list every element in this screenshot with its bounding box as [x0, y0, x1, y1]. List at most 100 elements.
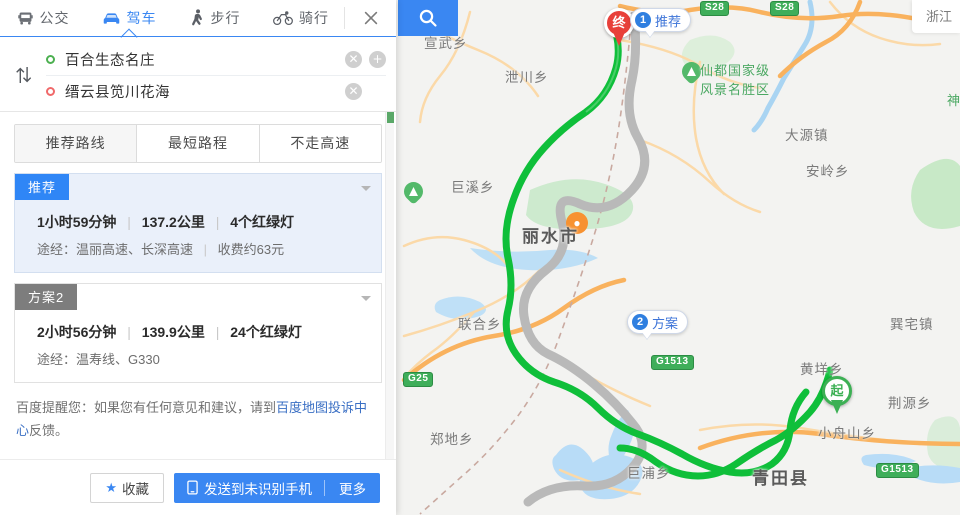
route-via: 途经：温寿线、G330	[37, 352, 160, 367]
feedback-notice: 百度提醒您：如果您有任何意见和建议，请到百度地图投诉中心反馈。	[16, 397, 380, 443]
route-traffic-lights: 4个红绿灯	[230, 214, 295, 230]
route-via: 途经：温丽高速、长深高速	[37, 242, 194, 257]
swap-arrows-icon	[16, 67, 31, 83]
separator: |	[203, 242, 208, 257]
map-place-label[interactable]: 泄川乡	[505, 66, 549, 86]
transport-mode-tabs: 公交 驾车 步行 骑行	[0, 0, 396, 37]
separator: |	[215, 214, 220, 230]
separator: |	[127, 324, 131, 340]
tab-walking-label: 步行	[210, 10, 241, 26]
highway-shield[interactable]: G1513	[651, 355, 694, 370]
send-label: 发送到未识别手机	[204, 481, 312, 497]
tab-transit[interactable]: 公交	[0, 0, 86, 37]
endpoint-fields: ✕ + ✕	[46, 43, 396, 107]
callout-number: 2	[632, 314, 648, 330]
route-card[interactable]: 方案2 2小时56分钟 | 139.9公里 | 24个红绿灯 途经：温寿线、G3…	[14, 283, 382, 383]
origin-input[interactable]	[65, 51, 338, 67]
tab-walking[interactable]: 步行	[172, 0, 258, 37]
results-scroll-area[interactable]: 推荐路线 最短路程 不走高速 推荐 1小时59分钟 | 137.2公里 | 4个…	[0, 111, 396, 459]
send-to-phone-button[interactable]: 发送到未识别手机	[174, 473, 324, 503]
route-duration: 2小时56分钟	[37, 324, 117, 340]
mode-recommended[interactable]: 推荐路线	[15, 125, 137, 162]
origin-clear-button[interactable]: ✕	[345, 50, 362, 68]
route-preference-tabs: 推荐路线 最短路程 不走高速	[14, 124, 382, 163]
add-waypoint-button[interactable]: +	[369, 50, 386, 68]
route-summary-primary: 2小时56分钟 | 139.9公里 | 24个红绿灯	[15, 310, 381, 342]
highway-shield[interactable]: G25	[403, 372, 434, 387]
route-summary-primary: 1小时59分钟 | 137.2公里 | 4个红绿灯	[15, 200, 381, 232]
more-label: 更多	[339, 481, 366, 497]
tab-cycling[interactable]: 骑行	[258, 0, 344, 37]
favorite-button[interactable]: ★ 收藏	[90, 472, 164, 503]
chevron-down-icon[interactable]	[361, 186, 371, 191]
route-badge: 推荐	[15, 174, 70, 200]
feedback-prefix: 百度提醒您：如果您有任何意见和建议，请到	[16, 400, 277, 415]
favorite-label: 收藏	[122, 481, 149, 497]
origin-dot-icon	[46, 54, 55, 64]
map-place-label[interactable]: 安岭乡	[806, 160, 850, 180]
destination-clear-button[interactable]: ✕	[345, 83, 362, 100]
route-card[interactable]: 推荐 1小时59分钟 | 137.2公里 | 4个红绿灯 途经：温丽高速、长深高…	[14, 173, 382, 273]
destination-field-row: ✕	[46, 75, 386, 107]
end-marker-tail	[613, 32, 625, 46]
route-callout-recommended[interactable]: 1 推荐	[630, 8, 692, 32]
tab-cycling-label: 骑行	[299, 10, 329, 26]
highway-shield[interactable]: G1513	[876, 463, 919, 478]
mode-avoid-highway[interactable]: 不走高速	[258, 125, 381, 162]
route-summary-secondary: 途经：温寿线、G330	[15, 342, 381, 382]
route-distance: 137.2公里	[141, 214, 205, 230]
destination-input[interactable]	[65, 83, 338, 100]
car-icon	[103, 12, 119, 24]
map-place-label[interactable]: 仙都国家级	[700, 60, 770, 79]
directions-panel: 公交 驾车 步行 骑行 百合生态名庄 ✕ + 缙云县笕川花海 ✕ 推荐路线 最短…	[0, 0, 396, 515]
baidu-map-directions-page: ● 宣武乡 泄川乡 仙都国家级 风景名胜区 巨溪乡 丽水市 大源镇 安岭乡 巽宅镇 联合乡 郑地乡黄…	[0, 0, 960, 515]
mode-shortest[interactable]: 最短路程	[136, 125, 259, 162]
bike-icon	[273, 11, 293, 26]
map-place-label[interactable]: 黄垟乡	[800, 358, 844, 378]
panel-scrollbar[interactable]	[385, 112, 394, 459]
route-duration: 1小时59分钟	[37, 214, 117, 230]
search-icon	[419, 9, 437, 27]
separator: |	[127, 214, 131, 230]
search-button[interactable]	[398, 0, 458, 36]
tab-driving[interactable]: 驾车	[86, 0, 172, 37]
map-place-label[interactable]: 巽宅镇	[890, 313, 934, 333]
route-toll: 收费约63元	[217, 242, 285, 257]
walk-icon	[191, 9, 202, 26]
map-place-label[interactable]: 神	[947, 90, 960, 109]
send-group: 发送到未识别手机 更多	[174, 472, 380, 503]
star-icon: ★	[105, 479, 117, 495]
highway-shield[interactable]: S28	[700, 1, 730, 16]
map-place-label[interactable]: 小舟山乡	[818, 422, 876, 442]
scrollbar-thumb[interactable]	[387, 112, 394, 123]
map-place-label[interactable]: 巨浦乡	[627, 462, 671, 482]
map-place-label[interactable]: 联合乡	[458, 313, 502, 333]
more-button[interactable]: 更多	[325, 473, 380, 503]
bus-icon	[17, 12, 33, 24]
tab-driving-label: 驾车	[126, 10, 157, 26]
route-traffic-lights: 24个红绿灯	[230, 324, 302, 340]
swap-endpoints-button[interactable]	[0, 43, 46, 107]
feedback-suffix: 反馈。	[29, 422, 69, 438]
map-place-label[interactable]: 郑地乡	[430, 428, 474, 448]
close-panel-button[interactable]	[344, 7, 396, 29]
map-place-label[interactable]: 丽水市	[522, 222, 579, 247]
map-place-label[interactable]: 青田县	[752, 464, 809, 489]
start-marker-tail	[831, 400, 843, 414]
map-place-label[interactable]: 大源镇	[785, 124, 829, 144]
panel-footer: ★ 收藏 发送到未识别手机 更多	[0, 459, 396, 515]
callout-number: 1	[635, 12, 651, 28]
map-place-label[interactable]: 风景名胜区	[700, 79, 770, 98]
map-place-label[interactable]: 荆源乡	[888, 392, 932, 412]
start-marker[interactable]: 起	[822, 376, 852, 416]
end-marker[interactable]: 终	[604, 8, 634, 48]
callout-label: 推荐	[655, 13, 682, 29]
highway-shield[interactable]: S28	[770, 1, 800, 16]
chevron-down-icon[interactable]	[361, 296, 371, 301]
map-place-label[interactable]: 巨溪乡	[451, 176, 495, 196]
phone-icon	[187, 480, 198, 495]
callout-label: 方案	[652, 315, 679, 331]
route-callout-alternate[interactable]: 2 方案	[627, 310, 689, 334]
route-badge: 方案2	[15, 284, 78, 310]
route-summary-secondary: 途经：温丽高速、长深高速 | 收费约63元	[15, 232, 381, 272]
